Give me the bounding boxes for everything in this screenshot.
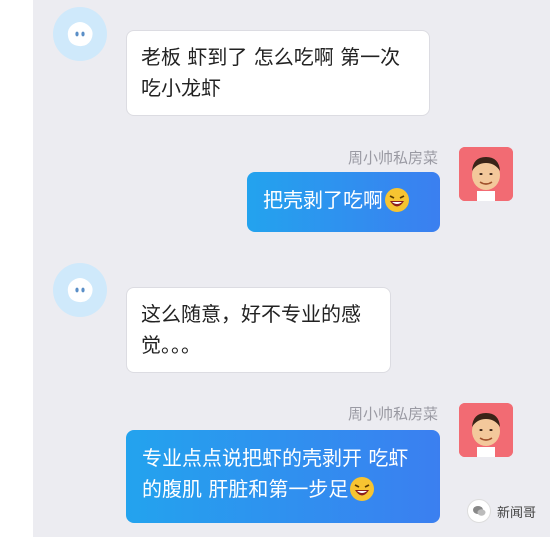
sender-name: 周小帅私房菜 [347,149,438,167]
chat-panel: 老板 虾到了 怎么吃啊 第一次 吃小龙虾 周小帅私房菜 把壳剥了吃啊 这么随意，… [33,0,550,537]
watermark: 新闻哥 [466,499,536,523]
message-bubble-incoming[interactable]: 老板 虾到了 怎么吃啊 第一次 吃小龙虾 [126,30,430,116]
default-avatar-icon[interactable] [53,263,107,317]
message-text-line: 这么随意，好不专业的感 [141,302,361,326]
message-text-line: 老板 虾到了 怎么吃啊 第一次 [141,45,401,69]
wechat-icon [466,499,491,523]
message-text-line: 的腹肌 肝脏和第一步足 [142,477,349,501]
laughing-emoji-icon [384,187,410,213]
sender-name: 周小帅私房菜 [347,405,438,423]
message-text-line: 把壳剥了吃啊 [263,188,383,212]
message-text-line: 觉。。。 [141,333,201,357]
cartoon-man-avatar-icon[interactable] [459,403,513,457]
message-bubble-incoming[interactable]: 这么随意，好不专业的感 觉。。。 [126,287,391,373]
default-avatar-icon[interactable] [53,7,107,61]
message-bubble-outgoing[interactable]: 把壳剥了吃啊 [247,172,440,232]
message-text-line: 专业点点说把虾的壳剥开 吃虾 [142,446,409,470]
cartoon-man-avatar-icon[interactable] [459,147,513,201]
message-bubble-outgoing[interactable]: 专业点点说把虾的壳剥开 吃虾 的腹肌 肝脏和第一步足 [126,430,440,523]
watermark-text: 新闻哥 [496,505,536,521]
message-text-line: 吃小龙虾 [141,76,221,100]
laughing-emoji-icon [349,476,375,502]
